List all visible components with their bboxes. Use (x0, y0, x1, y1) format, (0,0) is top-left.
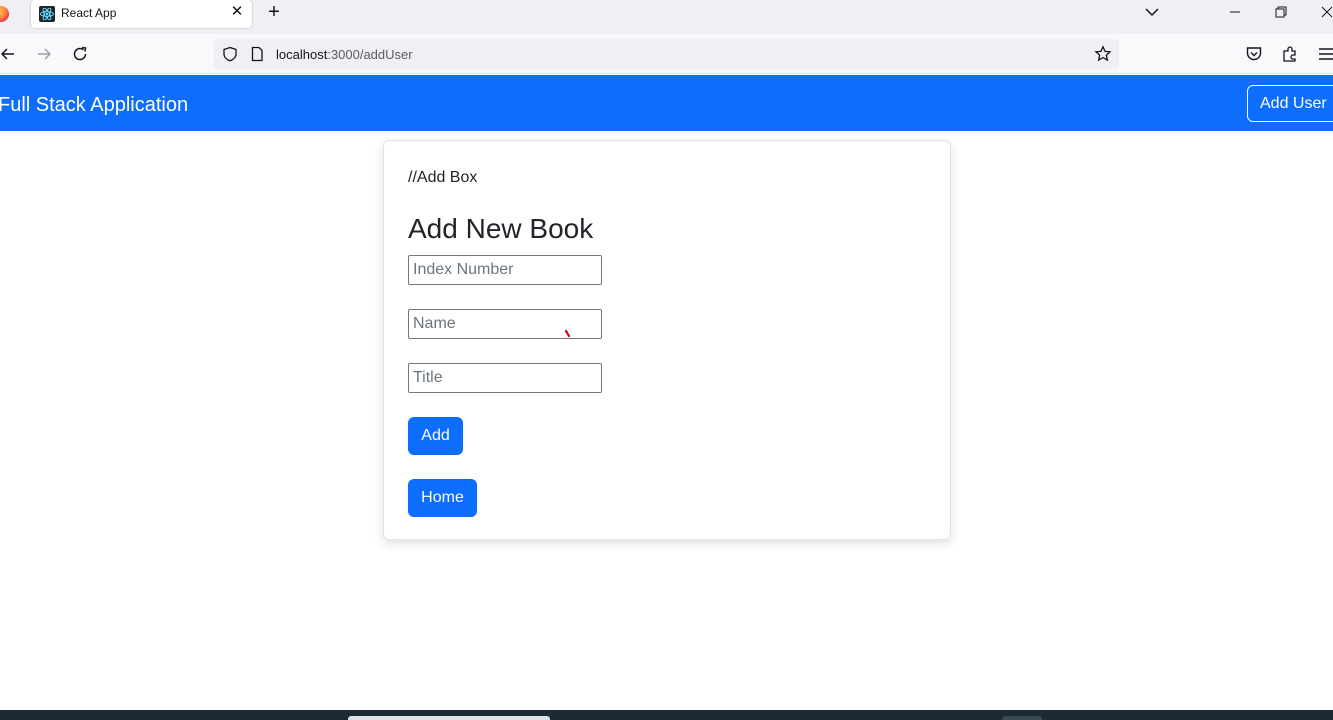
comment-text: //Add Box (408, 169, 478, 186)
index-number-input[interactable] (408, 255, 602, 285)
url-bar[interactable]: localhost:3000/addUser (214, 39, 1119, 69)
browser-tab[interactable]: React App ✕ (31, 0, 252, 28)
tab-title: React App (61, 6, 117, 20)
name-input[interactable] (408, 309, 602, 339)
shield-icon[interactable] (222, 46, 238, 62)
forward-arrow-icon[interactable] (34, 44, 54, 64)
add-user-button[interactable]: Add User (1247, 85, 1333, 122)
new-tab-icon[interactable]: + (264, 2, 284, 23)
close-tab-icon[interactable]: ✕ (229, 4, 245, 20)
menu-icon[interactable] (1316, 44, 1333, 64)
page-info-icon[interactable] (249, 46, 265, 62)
app-brand[interactable]: Full Stack Application (0, 94, 188, 117)
chevron-down-icon[interactable] (1143, 3, 1161, 21)
close-window-icon[interactable] (1317, 2, 1333, 22)
url-path: :3000/addUser (327, 47, 413, 62)
minimize-icon[interactable] (1225, 2, 1245, 22)
browser-toolbar: localhost:3000/addUser (0, 34, 1333, 74)
back-arrow-icon[interactable] (0, 44, 18, 64)
reload-icon[interactable] (70, 44, 90, 64)
browser-tab-bar: React App ✕ + (0, 0, 1333, 34)
os-taskbar (0, 710, 1333, 720)
page-title: Add New Book (408, 213, 594, 244)
bookmark-star-icon[interactable] (1094, 45, 1112, 63)
extensions-icon[interactable] (1280, 44, 1300, 64)
taskbar-item[interactable] (348, 716, 550, 720)
pointer-mark-icon (565, 330, 571, 338)
firefox-logo-icon (0, 6, 9, 22)
add-book-card: //Add Box Add New Book Add Home (383, 140, 951, 540)
react-favicon-icon (39, 6, 55, 22)
url-host: localhost (276, 47, 328, 62)
taskbar-item[interactable] (1002, 716, 1042, 720)
add-button[interactable]: Add (408, 417, 463, 455)
home-button[interactable]: Home (408, 479, 477, 517)
pocket-icon[interactable] (1244, 44, 1264, 64)
title-input[interactable] (408, 363, 602, 393)
app-navbar: Full Stack Application Add User (0, 75, 1333, 131)
url-text: localhost:3000/addUser (276, 47, 413, 62)
restore-icon[interactable] (1271, 2, 1291, 22)
